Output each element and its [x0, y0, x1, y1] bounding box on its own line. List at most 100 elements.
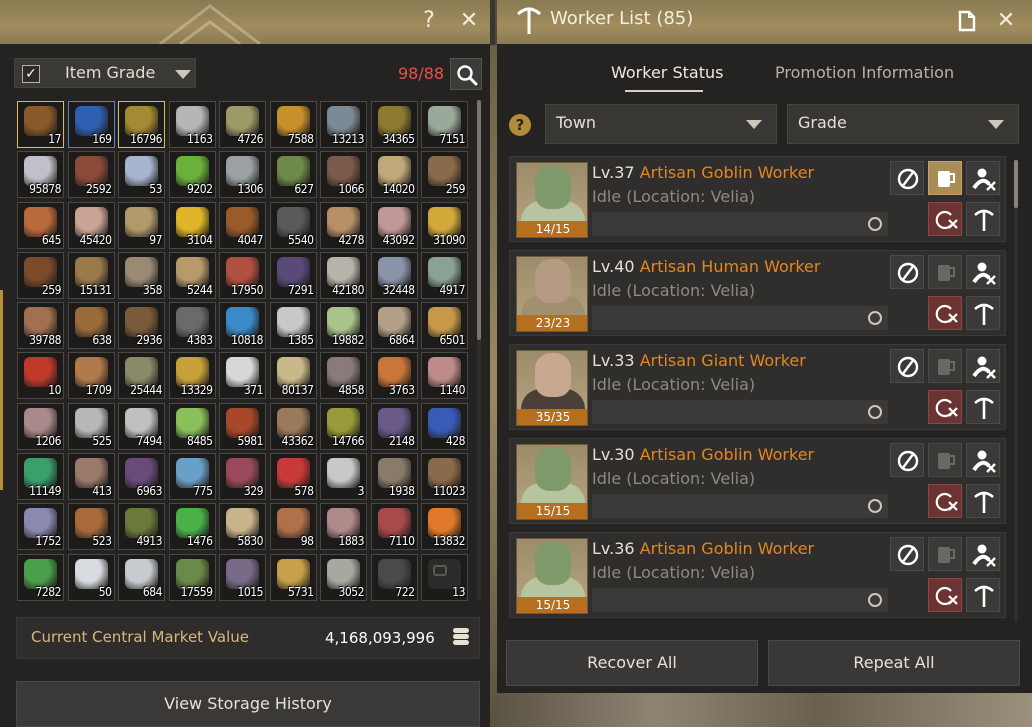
assign-work-button[interactable]: [966, 296, 1000, 330]
storage-item-slot[interactable]: 8485: [168, 402, 216, 450]
storage-item-slot[interactable]: 34365: [370, 101, 418, 148]
help-icon[interactable]: ?: [414, 6, 444, 36]
storage-item-slot[interactable]: 11023: [421, 453, 468, 501]
item-grade-checkbox[interactable]: ✓: [22, 65, 40, 83]
storage-item-slot[interactable]: 31090: [421, 201, 468, 249]
storage-item-slot[interactable]: 1385: [269, 302, 317, 350]
storage-item-slot[interactable]: 98: [269, 503, 317, 551]
storage-item-slot[interactable]: 1206: [17, 402, 64, 450]
storage-item-slot[interactable]: 3: [320, 453, 367, 501]
storage-item-slot[interactable]: 4858: [320, 352, 367, 400]
fire-worker-button[interactable]: [966, 255, 1000, 289]
storage-item-slot[interactable]: 7282: [17, 553, 64, 601]
storage-item-slot[interactable]: 684: [118, 553, 165, 601]
no-promotion-button[interactable]: [890, 161, 924, 195]
storage-item-slot[interactable]: 2592: [67, 151, 115, 199]
assign-work-button[interactable]: [966, 202, 1000, 236]
worker-row[interactable]: 14/15 Lv.37 Artisan Goblin Worker Idle (Lo…: [509, 156, 1006, 242]
storage-item-slot[interactable]: 645: [17, 201, 64, 249]
feed-beer-button[interactable]: [928, 537, 962, 571]
storage-item-slot[interactable]: 627: [269, 151, 317, 199]
no-promotion-button[interactable]: [890, 537, 924, 571]
storage-item-slot[interactable]: 1476: [168, 503, 216, 551]
fire-worker-button[interactable]: [966, 537, 1000, 571]
storage-item-slot[interactable]: 17559: [168, 553, 216, 601]
storage-item-slot[interactable]: 4383: [168, 302, 216, 350]
storage-item-slot[interactable]: 7151: [421, 101, 468, 148]
storage-item-slot[interactable]: 413: [67, 453, 115, 501]
storage-scrollbar[interactable]: [477, 100, 481, 600]
stop-work-button[interactable]: [928, 390, 962, 424]
storage-item-slot[interactable]: 16796: [118, 101, 165, 148]
storage-item-slot[interactable]: 10818: [219, 302, 266, 350]
storage-item-slot[interactable]: 39788: [17, 302, 64, 350]
storage-item-slot[interactable]: 50: [67, 553, 115, 601]
storage-item-slot[interactable]: 4917: [421, 251, 468, 299]
no-promotion-button[interactable]: [890, 349, 924, 383]
storage-item-slot[interactable]: 6963: [118, 453, 165, 501]
feed-beer-button[interactable]: [928, 161, 962, 195]
feed-beer-button[interactable]: [928, 349, 962, 383]
storage-item-slot[interactable]: 1163: [168, 101, 216, 148]
storage-item-slot[interactable]: 1306: [219, 151, 266, 199]
storage-item-slot[interactable]: 7494: [118, 402, 165, 450]
storage-item-slot[interactable]: 7110: [370, 503, 418, 551]
storage-item-slot[interactable]: 1752: [17, 503, 64, 551]
fire-worker-button[interactable]: [966, 349, 1000, 383]
close-icon[interactable]: ✕: [454, 6, 484, 36]
storage-item-slot[interactable]: 14020: [370, 151, 418, 199]
storage-item-slot[interactable]: 97: [118, 201, 165, 249]
storage-item-slot[interactable]: 4047: [219, 201, 266, 249]
storage-item-slot[interactable]: 17950: [219, 251, 266, 299]
storage-item-slot[interactable]: 358: [118, 251, 165, 299]
storage-item-slot[interactable]: 45420: [67, 201, 115, 249]
worker-row[interactable]: 23/23 Lv.40 Artisan Human Worker Idle (Loc…: [509, 250, 1006, 336]
storage-item-slot[interactable]: 2148: [370, 402, 418, 450]
storage-item-slot[interactable]: 525: [67, 402, 115, 450]
storage-item-slot[interactable]: 5981: [219, 402, 266, 450]
no-promotion-button[interactable]: [890, 255, 924, 289]
fire-worker-button[interactable]: [966, 161, 1000, 195]
storage-item-slot[interactable]: 43362: [269, 402, 317, 450]
storage-item-slot[interactable]: 428: [421, 402, 468, 450]
storage-item-slot[interactable]: 523: [67, 503, 115, 551]
storage-item-slot[interactable]: 4278: [320, 201, 367, 249]
town-dropdown[interactable]: Town: [545, 104, 777, 144]
storage-item-slot[interactable]: 3104: [168, 201, 216, 249]
storage-item-slot[interactable]: 578: [269, 453, 317, 501]
storage-item-slot[interactable]: 10: [17, 352, 64, 400]
stop-work-button[interactable]: [928, 578, 962, 612]
storage-item-slot[interactable]: 19882: [320, 302, 367, 350]
storage-item-slot[interactable]: 43092: [370, 201, 418, 249]
storage-item-slot[interactable]: 3052: [320, 553, 367, 601]
storage-item-slot[interactable]: 169: [67, 101, 115, 148]
storage-item-slot[interactable]: 80137: [269, 352, 317, 400]
storage-item-slot[interactable]: 13: [421, 553, 468, 601]
storage-item-slot[interactable]: 13213: [320, 101, 367, 148]
storage-item-slot[interactable]: 1883: [320, 503, 367, 551]
worker-row[interactable]: 35/35 Lv.33 Artisan Giant Worker Idle (Loc…: [509, 344, 1006, 430]
repeat-all-button[interactable]: Repeat All: [768, 640, 1020, 686]
storage-item-slot[interactable]: 775: [168, 453, 216, 501]
storage-item-slot[interactable]: 7291: [269, 251, 317, 299]
stop-work-button[interactable]: [928, 202, 962, 236]
storage-item-slot[interactable]: 259: [421, 151, 468, 199]
assign-work-button[interactable]: [966, 484, 1000, 518]
storage-item-slot[interactable]: 13329: [168, 352, 216, 400]
fire-worker-button[interactable]: [966, 443, 1000, 477]
assign-work-button[interactable]: [966, 578, 1000, 612]
storage-item-slot[interactable]: 722: [370, 553, 418, 601]
storage-item-slot[interactable]: 5540: [269, 201, 317, 249]
scrollbar-thumb[interactable]: [1014, 160, 1018, 208]
search-button[interactable]: [450, 58, 482, 90]
assign-work-button[interactable]: [966, 390, 1000, 424]
storage-item-slot[interactable]: 17: [17, 101, 64, 148]
storage-item-slot[interactable]: 7588: [269, 101, 317, 148]
storage-item-slot[interactable]: 3763: [370, 352, 418, 400]
storage-item-slot[interactable]: 1938: [370, 453, 418, 501]
storage-item-slot[interactable]: 13832: [421, 503, 468, 551]
tab-worker-status[interactable]: Worker Status: [611, 63, 723, 82]
storage-item-slot[interactable]: 1015: [219, 553, 266, 601]
storage-item-slot[interactable]: 5731: [269, 553, 317, 601]
worker-scrollbar[interactable]: [1014, 160, 1018, 622]
